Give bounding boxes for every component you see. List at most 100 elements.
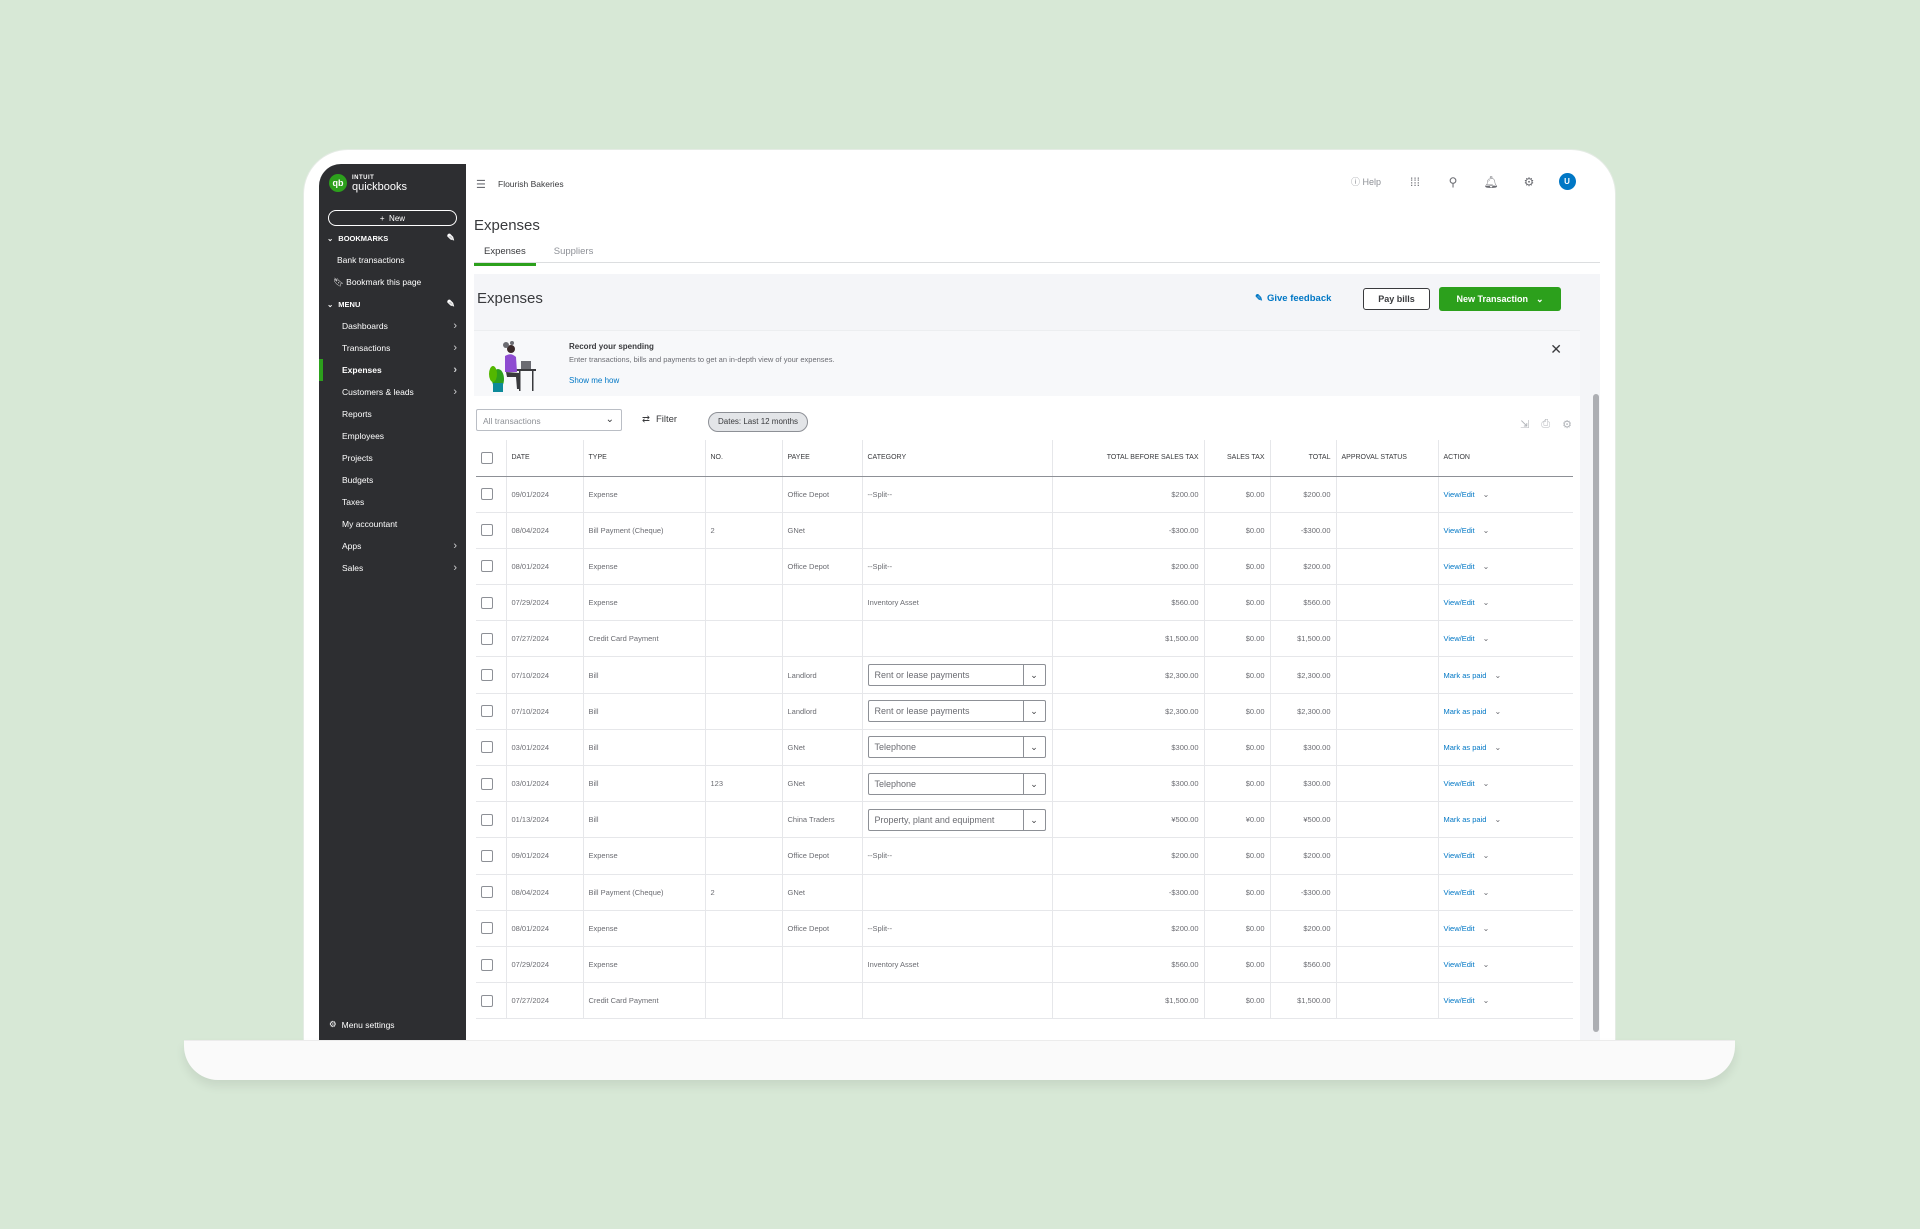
row-action-link[interactable]: View/Edit [1444, 960, 1475, 969]
row-action-link[interactable]: View/Edit [1444, 779, 1475, 788]
sidebar-item[interactable]: Budgets [319, 469, 466, 491]
sidebar-item[interactable]: Customers & leads › [319, 381, 466, 403]
pencil-icon[interactable]: ✎ [447, 233, 455, 244]
row-checkbox[interactable] [481, 705, 493, 718]
row-checkbox[interactable] [481, 922, 493, 935]
sidebar-item[interactable]: Transactions › [319, 337, 466, 359]
row-checkbox[interactable] [481, 488, 493, 501]
row-checkbox[interactable] [481, 560, 493, 573]
sidebar-item[interactable]: Reports [319, 403, 466, 425]
search-icon[interactable]: ⚲ [1434, 175, 1472, 189]
chevron-down-icon[interactable]: ⌄ [1483, 598, 1490, 607]
col-no[interactable]: NO. [705, 440, 783, 477]
col-total-before-tax[interactable]: TOTAL BEFORE SALES TAX [1052, 440, 1205, 477]
row-action-link[interactable]: View/Edit [1444, 924, 1475, 933]
col-type[interactable]: TYPE [583, 440, 706, 477]
chevron-down-icon[interactable]: ⌄ [1483, 779, 1490, 788]
sidebar-item[interactable]: Expenses › [319, 359, 466, 381]
chevron-down-icon[interactable]: ⌄ [1483, 634, 1490, 643]
chevron-down-icon[interactable]: ⌄ [1483, 996, 1490, 1005]
row-action-link[interactable]: Mark as paid [1444, 671, 1487, 680]
row-action-link[interactable]: View/Edit [1444, 562, 1475, 571]
col-sales-tax[interactable]: SALES TAX [1204, 440, 1271, 477]
bell-icon[interactable]: 🔔︎ [1472, 175, 1510, 189]
col-approval-status[interactable]: APPROVAL STATUS [1336, 440, 1439, 477]
export-icon[interactable]: ⇲ [1520, 418, 1529, 431]
hamburger-icon[interactable]: ☰ [476, 178, 486, 191]
row-checkbox[interactable] [481, 849, 493, 862]
row-action-link[interactable]: Mark as paid [1444, 815, 1487, 824]
menu-settings[interactable]: ⚙ Menu settings [329, 1019, 395, 1030]
row-action-link[interactable]: View/Edit [1444, 526, 1475, 535]
category-select[interactable]: Property, plant and equipment ⌄ [867, 808, 1046, 831]
new-transaction-button[interactable]: New Transaction ⌄ [1439, 287, 1561, 311]
row-checkbox[interactable] [481, 994, 493, 1007]
help-button[interactable]: ⓘ Help [1336, 175, 1396, 188]
gear-icon[interactable]: ⚙ [1562, 418, 1572, 431]
chevron-down-icon[interactable]: ⌄ [1483, 851, 1490, 860]
pay-bills-button[interactable]: Pay bills [1363, 288, 1430, 310]
chevron-down-icon[interactable]: ⌄ [1483, 562, 1490, 571]
col-total[interactable]: TOTAL [1270, 440, 1337, 477]
sidebar-item[interactable]: Projects [319, 447, 466, 469]
chevron-down-icon[interactable]: ⌄ [1494, 743, 1501, 752]
menu-heading[interactable]: ⌄ MENU ✎ [327, 299, 459, 310]
row-action-link[interactable]: View/Edit [1444, 888, 1475, 897]
col-category[interactable]: CATEGORY [862, 440, 1053, 477]
sidebar-item[interactable]: My accountant [319, 513, 466, 535]
sidebar-item[interactable]: Apps › [319, 535, 466, 557]
row-checkbox[interactable] [481, 958, 493, 971]
select-all-checkbox[interactable] [481, 451, 493, 464]
row-checkbox[interactable] [481, 777, 493, 790]
row-action-link[interactable]: View/Edit [1444, 490, 1475, 499]
row-checkbox[interactable] [481, 524, 493, 537]
pencil-icon[interactable]: ✎ [447, 299, 455, 310]
filter-button[interactable]: ⇄ Filter [642, 414, 677, 425]
row-checkbox[interactable] [481, 669, 493, 682]
avatar[interactable]: U [1558, 173, 1576, 190]
new-button[interactable]: + New [328, 210, 457, 226]
chevron-down-icon[interactable]: ⌄ [1494, 671, 1501, 680]
chevron-down-icon[interactable]: ⌄ [1483, 960, 1490, 969]
sidebar-item[interactable]: Employees [319, 425, 466, 447]
category-select[interactable]: Telephone ⌄ [867, 736, 1046, 759]
row-action-link[interactable]: View/Edit [1444, 598, 1475, 607]
gear-icon[interactable]: ⚙ [1510, 175, 1548, 189]
row-action-link[interactable]: View/Edit [1444, 851, 1475, 860]
chevron-down-icon[interactable]: ⌄ [1494, 707, 1501, 716]
row-checkbox[interactable] [481, 813, 493, 826]
dates-filter-pill[interactable]: Dates: Last 12 months [708, 412, 809, 432]
chevron-down-icon[interactable]: ⌄ [1483, 924, 1490, 933]
row-checkbox[interactable] [481, 632, 493, 645]
close-icon[interactable]: ✕ [1550, 341, 1562, 358]
apps-grid-icon[interactable]: ⁞⁞⁞ [1396, 175, 1434, 189]
print-icon[interactable]: ⎙ [1541, 418, 1550, 431]
row-action-link[interactable]: View/Edit [1444, 634, 1475, 643]
col-date[interactable]: DATE [506, 440, 584, 477]
sidebar-item[interactable]: Dashboards › [319, 315, 466, 337]
bookmarks-heading[interactable]: ⌄ BOOKMARKS ✎ [327, 233, 459, 244]
category-select[interactable]: Rent or lease payments ⌄ [867, 664, 1046, 687]
chevron-down-icon[interactable]: ⌄ [1494, 815, 1501, 824]
category-select[interactable]: Rent or lease payments ⌄ [867, 700, 1046, 723]
give-feedback-link[interactable]: ✎ Give feedback [1255, 293, 1331, 304]
sidebar-item[interactable]: Taxes [319, 491, 466, 513]
row-action-link[interactable]: Mark as paid [1444, 743, 1487, 752]
scrollbar[interactable] [1593, 394, 1599, 1032]
transaction-type-select[interactable]: All transactions ⌄ [476, 409, 622, 431]
col-payee[interactable]: PAYEE [782, 440, 863, 477]
bookmark-this-page[interactable]: 🔖︎ Bookmark this page [319, 271, 466, 293]
chevron-down-icon[interactable]: ⌄ [1483, 888, 1490, 897]
row-action-link[interactable]: View/Edit [1444, 996, 1475, 1005]
show-me-how-link[interactable]: Show me how [569, 376, 619, 385]
chevron-down-icon[interactable]: ⌄ [1483, 490, 1490, 499]
quickbooks-logo[interactable]: qb INTUIT quickbooks [329, 174, 407, 193]
chevron-down-icon[interactable]: ⌄ [1483, 526, 1490, 535]
row-checkbox[interactable] [481, 596, 493, 609]
bookmark-bank-transactions[interactable]: Bank transactions [319, 249, 466, 271]
sidebar-item[interactable]: Sales › [319, 557, 466, 579]
category-select[interactable]: Telephone ⌄ [867, 772, 1046, 795]
row-checkbox[interactable] [481, 741, 493, 754]
row-action-link[interactable]: Mark as paid [1444, 707, 1487, 716]
row-checkbox[interactable] [481, 886, 493, 899]
